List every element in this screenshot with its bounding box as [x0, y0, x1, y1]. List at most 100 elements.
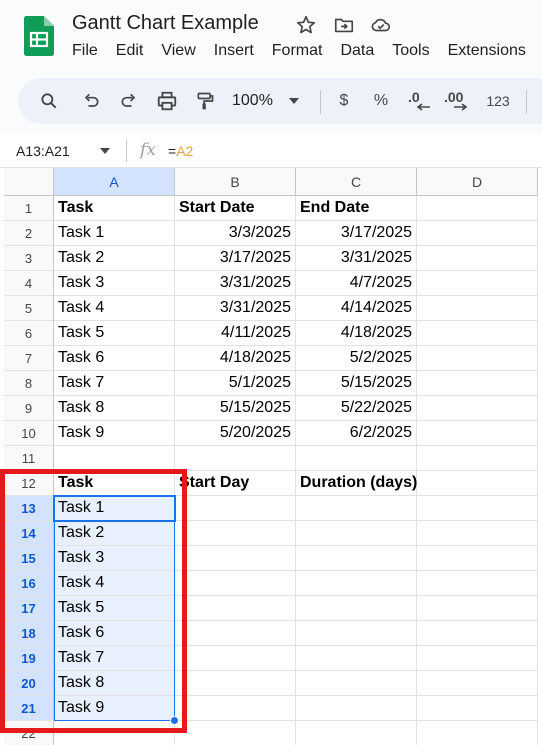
cell-c8[interactable]: 5/15/2025 — [296, 371, 417, 396]
cell-a8[interactable]: Task 7 — [54, 371, 175, 396]
cell-d22[interactable] — [417, 721, 538, 745]
cell-d17[interactable] — [417, 596, 538, 621]
cell-b19[interactable] — [175, 646, 296, 671]
row-header-12[interactable]: 12 — [4, 471, 54, 496]
cell-a5[interactable]: Task 4 — [54, 296, 175, 321]
cell-d14[interactable] — [417, 521, 538, 546]
cell-b3[interactable]: 3/17/2025 — [175, 246, 296, 271]
row-header-16[interactable]: 16 — [4, 571, 54, 596]
cell-c1[interactable]: End Date — [296, 196, 417, 221]
cell-a4[interactable]: Task 3 — [54, 271, 175, 296]
menu-extensions[interactable]: Extensions — [448, 42, 526, 60]
cell-b14[interactable] — [175, 521, 296, 546]
currency-format-button[interactable]: $ — [336, 90, 352, 112]
row-header-13[interactable]: 13 — [4, 496, 54, 521]
row-header-21[interactable]: 21 — [4, 696, 54, 721]
cell-a14[interactable]: Task 2 — [54, 521, 175, 546]
cell-d19[interactable] — [417, 646, 538, 671]
move-folder-icon[interactable] — [333, 14, 355, 36]
cell-b15[interactable] — [175, 546, 296, 571]
cloud-saved-icon[interactable] — [370, 14, 392, 36]
cell-b10[interactable]: 5/20/2025 — [175, 421, 296, 446]
cell-c12[interactable]: Duration (days) — [296, 471, 417, 496]
row-header-22[interactable]: 22 — [4, 721, 54, 745]
chevron-down-icon[interactable] — [100, 148, 110, 154]
row-header-8[interactable]: 8 — [4, 371, 54, 396]
cell-b13[interactable] — [175, 496, 296, 521]
cell-b12[interactable]: Start Day — [175, 471, 296, 496]
cell-a3[interactable]: Task 2 — [54, 246, 175, 271]
cell-c18[interactable] — [296, 621, 417, 646]
cell-c10[interactable]: 6/2/2025 — [296, 421, 417, 446]
menu-data[interactable]: Data — [340, 42, 374, 60]
formula-input[interactable]: =A2 — [168, 143, 193, 159]
row-header-6[interactable]: 6 — [4, 321, 54, 346]
cell-c4[interactable]: 4/7/2025 — [296, 271, 417, 296]
menu-file[interactable]: File — [72, 42, 98, 60]
cell-a15[interactable]: Task 3 — [54, 546, 175, 571]
cell-c9[interactable]: 5/22/2025 — [296, 396, 417, 421]
cell-b20[interactable] — [175, 671, 296, 696]
undo-button[interactable] — [80, 90, 102, 112]
print-button[interactable] — [155, 90, 179, 112]
cell-c2[interactable]: 3/17/2025 — [296, 221, 417, 246]
cell-a1[interactable]: Task — [54, 196, 175, 221]
cell-c5[interactable]: 4/14/2025 — [296, 296, 417, 321]
cell-d9[interactable] — [417, 396, 538, 421]
cell-c17[interactable] — [296, 596, 417, 621]
cell-a19[interactable]: Task 7 — [54, 646, 175, 671]
row-header-20[interactable]: 20 — [4, 671, 54, 696]
cell-d2[interactable] — [417, 221, 538, 246]
cell-b5[interactable]: 3/31/2025 — [175, 296, 296, 321]
cell-c14[interactable] — [296, 521, 417, 546]
column-header-c[interactable]: C — [296, 168, 417, 196]
cell-c11[interactable] — [296, 446, 417, 471]
paint-format-button[interactable] — [194, 90, 216, 112]
cell-b6[interactable]: 4/11/2025 — [175, 321, 296, 346]
cell-a11[interactable] — [54, 446, 175, 471]
row-header-14[interactable]: 14 — [4, 521, 54, 546]
cell-a6[interactable]: Task 5 — [54, 321, 175, 346]
row-header-9[interactable]: 9 — [4, 396, 54, 421]
cell-a10[interactable]: Task 9 — [54, 421, 175, 446]
row-header-10[interactable]: 10 — [4, 421, 54, 446]
cell-b16[interactable] — [175, 571, 296, 596]
row-header-2[interactable]: 2 — [4, 221, 54, 246]
cell-d16[interactable] — [417, 571, 538, 596]
row-header-3[interactable]: 3 — [4, 246, 54, 271]
cell-c22[interactable] — [296, 721, 417, 745]
cell-b17[interactable] — [175, 596, 296, 621]
name-box[interactable]: A13:A21 — [16, 143, 70, 159]
cell-c7[interactable]: 5/2/2025 — [296, 346, 417, 371]
more-formats-button[interactable]: 123 — [484, 90, 512, 112]
cell-b9[interactable]: 5/15/2025 — [175, 396, 296, 421]
menu-edit[interactable]: Edit — [116, 42, 144, 60]
star-icon[interactable] — [295, 14, 317, 36]
cell-b8[interactable]: 5/1/2025 — [175, 371, 296, 396]
cell-a9[interactable]: Task 8 — [54, 396, 175, 421]
cell-b21[interactable] — [175, 696, 296, 721]
cell-d13[interactable] — [417, 496, 538, 521]
cell-d1[interactable] — [417, 196, 538, 221]
search-menus-button[interactable] — [38, 90, 60, 112]
cell-d10[interactable] — [417, 421, 538, 446]
cell-c6[interactable]: 4/18/2025 — [296, 321, 417, 346]
cell-a20[interactable]: Task 8 — [54, 671, 175, 696]
cell-d5[interactable] — [417, 296, 538, 321]
cell-c15[interactable] — [296, 546, 417, 571]
row-header-11[interactable]: 11 — [4, 446, 54, 471]
cell-c21[interactable] — [296, 696, 417, 721]
row-header-15[interactable]: 15 — [4, 546, 54, 571]
cell-c3[interactable]: 3/31/2025 — [296, 246, 417, 271]
cell-b18[interactable] — [175, 621, 296, 646]
cell-a17[interactable]: Task 5 — [54, 596, 175, 621]
cell-a18[interactable]: Task 6 — [54, 621, 175, 646]
cell-a21[interactable]: Task 9 — [54, 696, 175, 721]
cell-a12[interactable]: Task — [54, 471, 175, 496]
cell-c19[interactable] — [296, 646, 417, 671]
cell-a7[interactable]: Task 6 — [54, 346, 175, 371]
row-header-4[interactable]: 4 — [4, 271, 54, 296]
cell-d7[interactable] — [417, 346, 538, 371]
menu-insert[interactable]: Insert — [214, 42, 254, 60]
select-all-corner[interactable] — [4, 168, 54, 196]
